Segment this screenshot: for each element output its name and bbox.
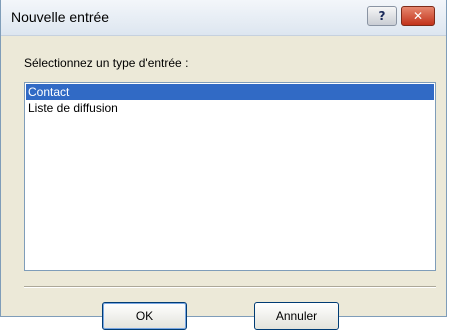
close-button[interactable]: ✕ <box>401 6 435 26</box>
question-mark-icon: ? <box>378 9 386 23</box>
list-item-distribution-list[interactable]: Liste de diffusion <box>26 100 434 116</box>
cancel-button[interactable]: Annuler <box>254 302 339 330</box>
close-icon: ✕ <box>412 9 424 23</box>
list-item-contact[interactable]: Contact <box>26 84 434 100</box>
window-title: Nouvelle entrée <box>11 9 110 25</box>
separator <box>24 286 436 288</box>
entry-type-prompt: Sélectionnez un type d'entrée : <box>24 56 189 70</box>
help-button[interactable]: ? <box>367 6 397 26</box>
ok-button[interactable]: OK <box>102 302 187 330</box>
title-bar[interactable]: Nouvelle entrée ? ✕ <box>1 0 446 36</box>
dialog-body: Sélectionnez un type d'entrée : Contact … <box>1 36 446 330</box>
entry-type-listbox[interactable]: Contact Liste de diffusion <box>24 82 436 271</box>
new-entry-dialog: Nouvelle entrée ? ✕ Sélectionnez un type… <box>0 0 447 330</box>
